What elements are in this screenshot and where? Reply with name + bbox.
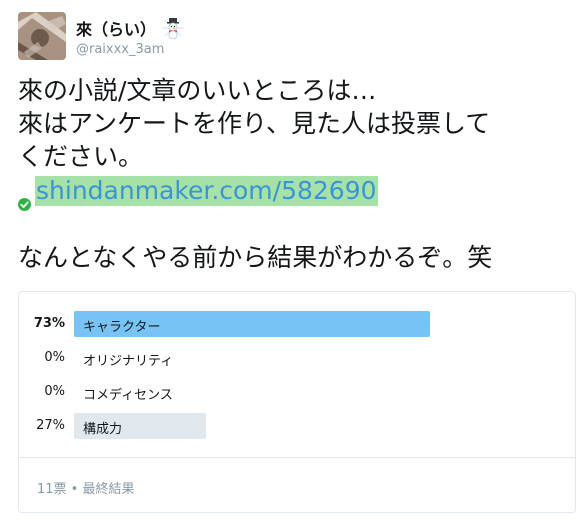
line-break-spacer xyxy=(18,208,578,241)
poll-card: 73% キャラクター 0% オリジナリティ 0% コメディセンス 27% 構成力… xyxy=(18,291,576,513)
check-circle-icon xyxy=(18,186,31,211)
username[interactable]: @raixxx_3am xyxy=(76,42,164,57)
link-line: shindanmaker.com/582690 xyxy=(18,174,578,211)
tweet-text-closing: なんとなくやる前から結果がわかるぞ。笑 xyxy=(18,243,493,272)
display-name-text: 來（らい） xyxy=(76,20,157,39)
poll-option-label: 構成力 xyxy=(83,422,123,437)
poll-option: 0% コメディセンス xyxy=(19,379,575,405)
display-name[interactable]: 來（らい） xyxy=(76,16,185,40)
tweet-text: 來の小説/文章のいいところは… 來はアンケートを作り、見た人は投票して ください… xyxy=(18,74,578,274)
snowman-icon xyxy=(162,17,185,40)
tweet-text-line: 來はアンケートを作り、見た人は投票して xyxy=(18,109,491,138)
poll-footer: 11票 • 最終結果 xyxy=(37,482,135,497)
poll-divider xyxy=(19,457,575,458)
tweet-text-line: 來の小説/文章のいいところは… xyxy=(18,76,377,105)
poll-option-label: コメディセンス xyxy=(83,388,173,403)
poll-option-label: キャラクター xyxy=(83,320,161,335)
poll-option-percent: 0% xyxy=(44,384,65,399)
tweet-text-line: ください。 xyxy=(18,142,144,171)
avatar[interactable] xyxy=(18,12,66,60)
poll-option: 0% オリジナリティ xyxy=(19,345,575,371)
shindanmaker-link[interactable]: shindanmaker.com/582690 xyxy=(35,176,378,206)
poll-option-percent: 27% xyxy=(36,418,65,433)
poll-option-percent: 0% xyxy=(44,350,65,365)
poll-option: 27% 構成力 xyxy=(19,413,575,439)
poll-option-percent: 73% xyxy=(33,316,65,331)
tweet: 來（らい） @raixxx_3am 來の小説/文章のいいところは… 來はアンケー… xyxy=(0,0,587,520)
poll-option-label: オリジナリティ xyxy=(83,354,174,369)
poll-option: 73% キャラクター xyxy=(19,311,575,337)
